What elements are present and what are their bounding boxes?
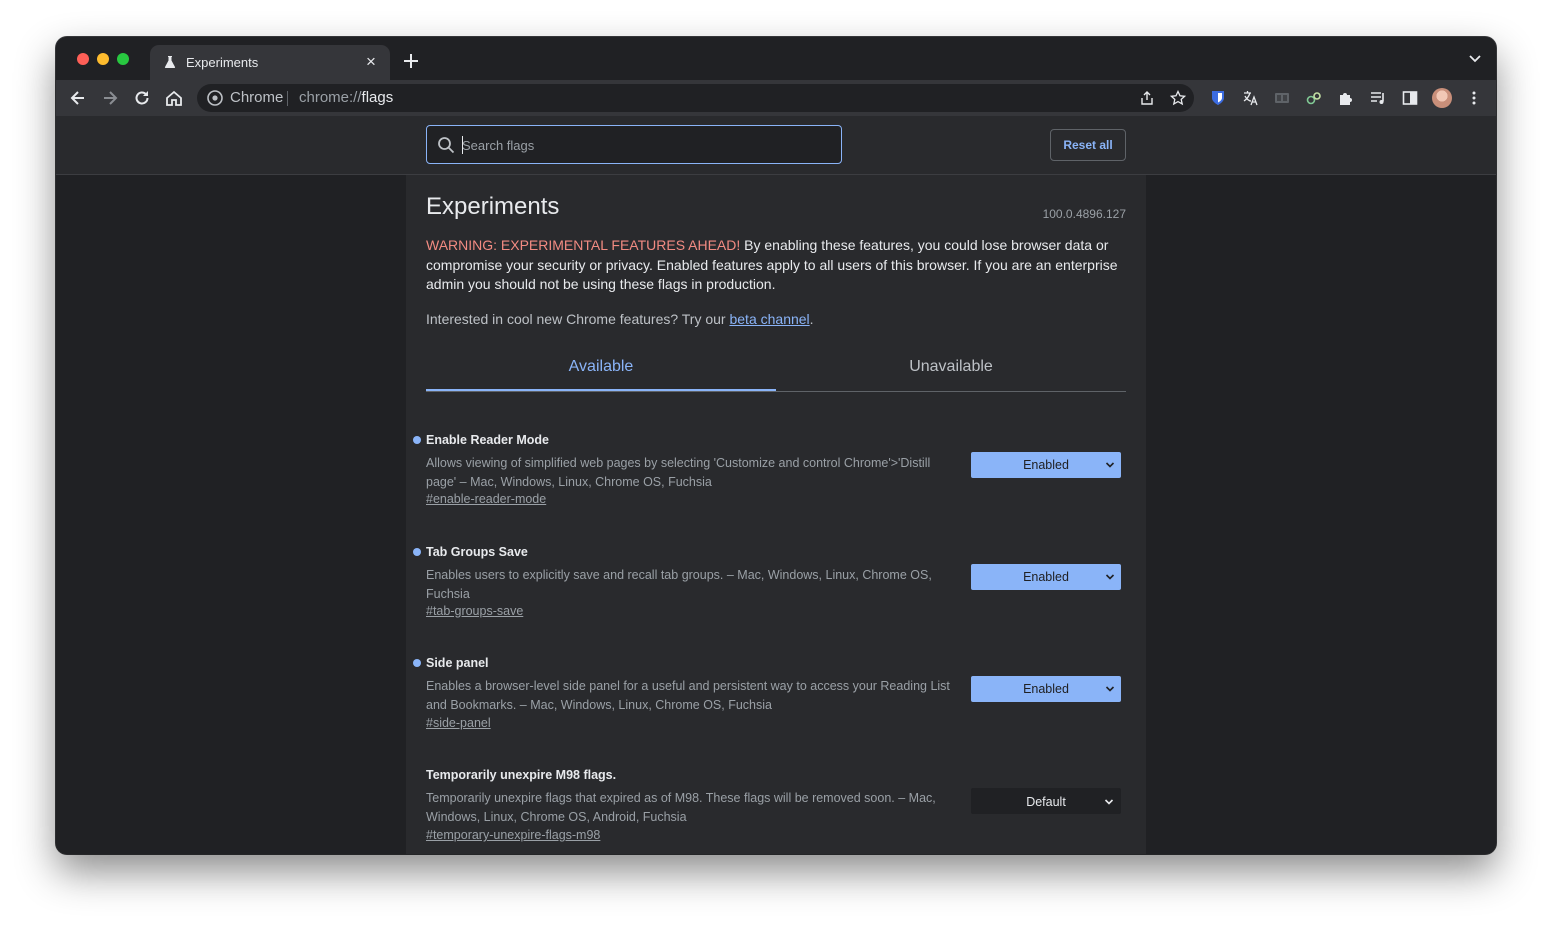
flag-item: Enable Reader Mode Allows viewing of sim… xyxy=(406,431,1146,531)
flag-link[interactable]: #temporary-unexpire-flags-m98 xyxy=(426,828,600,842)
flag-select-value: Enabled xyxy=(1023,458,1069,472)
flag-name: Temporarily unexpire M98 flags. xyxy=(426,768,617,782)
minimize-window-button[interactable] xyxy=(97,53,109,65)
home-icon[interactable] xyxy=(164,88,184,108)
back-arrow-icon[interactable] xyxy=(68,88,88,108)
tab-strip: Experiments × xyxy=(56,37,1496,80)
reload-icon[interactable] xyxy=(132,88,152,108)
translate-extension-icon[interactable] xyxy=(1241,89,1259,107)
flag-item: Side panel Enables a browser-level side … xyxy=(406,654,1146,754)
side-panel-icon[interactable] xyxy=(1401,89,1419,107)
omnibox-separator xyxy=(287,91,288,106)
tab-unavailable[interactable]: Unavailable xyxy=(776,345,1126,391)
flag-link[interactable]: #tab-groups-save xyxy=(426,604,523,618)
forward-arrow-icon[interactable] xyxy=(100,88,120,108)
interested-text: Interested in cool new Chrome features? … xyxy=(426,311,730,327)
chevron-down-icon xyxy=(1105,462,1115,468)
tab-search-chevron-icon[interactable] xyxy=(1468,53,1482,65)
modified-indicator xyxy=(413,436,421,444)
flag-select[interactable]: Enabled xyxy=(971,452,1121,478)
flag-name: Enable Reader Mode xyxy=(426,433,549,447)
chevron-down-icon xyxy=(1104,799,1114,805)
beta-channel-text: Interested in cool new Chrome features? … xyxy=(426,311,814,327)
url-path: flags xyxy=(361,89,394,106)
flag-select-value: Enabled xyxy=(1023,570,1069,584)
profile-avatar[interactable] xyxy=(1432,88,1452,108)
chevron-down-icon xyxy=(1105,574,1115,580)
flag-select[interactable]: Enabled xyxy=(971,564,1121,590)
extension-puzzle-green-icon[interactable] xyxy=(1305,89,1323,107)
flag-link[interactable]: #enable-reader-mode xyxy=(426,492,546,506)
toolbar: Chrome chrome://flags xyxy=(56,80,1496,116)
more-menu-icon[interactable] xyxy=(1465,89,1483,107)
browser-window: Experiments × Chrome chrome://flags Sear… xyxy=(56,37,1496,854)
omnibox-url[interactable]: chrome://flags xyxy=(299,89,393,106)
flag-item: Temporarily unexpire M98 flags. Temporar… xyxy=(406,766,1146,854)
reset-all-button[interactable]: Reset all xyxy=(1050,129,1126,161)
address-bar[interactable]: Chrome chrome://flags xyxy=(197,84,1194,112)
flag-name: Tab Groups Save xyxy=(426,545,528,559)
flag-name: Side panel xyxy=(426,656,489,670)
extensions-puzzle-icon[interactable] xyxy=(1337,89,1355,107)
flag-item: Tab Groups Save Enables users to explici… xyxy=(406,543,1146,643)
flags-header: Reset all xyxy=(56,116,1496,175)
flag-select[interactable]: Default xyxy=(971,788,1121,814)
url-scheme: chrome:// xyxy=(299,89,362,106)
modified-indicator xyxy=(413,548,421,556)
close-icon[interactable]: × xyxy=(362,53,380,71)
new-tab-icon[interactable] xyxy=(401,51,421,71)
reader-extension-icon[interactable] xyxy=(1273,89,1291,107)
close-window-button[interactable] xyxy=(77,53,89,65)
flags-panel: Experiments 100.0.4896.127 WARNING: EXPE… xyxy=(406,175,1146,854)
search-box[interactable] xyxy=(426,125,842,164)
share-icon[interactable] xyxy=(1139,90,1155,106)
flag-description: Enables a browser-level side panel for a… xyxy=(426,679,950,712)
omnibox-chip: Chrome xyxy=(230,89,284,106)
tab-title: Experiments xyxy=(186,55,259,70)
flag-select[interactable]: Enabled xyxy=(971,676,1121,702)
chevron-down-icon xyxy=(1105,686,1115,692)
flag-description: Temporarily unexpire flags that expired … xyxy=(426,791,936,824)
zoom-window-button[interactable] xyxy=(117,53,129,65)
bookmark-star-icon[interactable] xyxy=(1170,90,1186,106)
search-input[interactable] xyxy=(462,134,822,156)
text-caret xyxy=(462,136,463,154)
flask-icon xyxy=(164,56,176,68)
chrome-logo-icon xyxy=(207,90,223,106)
flag-link[interactable]: #side-panel xyxy=(426,716,491,730)
page-title: Experiments xyxy=(426,193,560,220)
bitwarden-extension-icon[interactable] xyxy=(1209,89,1227,107)
modified-indicator xyxy=(413,659,421,667)
search-icon xyxy=(438,137,455,154)
flag-select-value: Default xyxy=(1026,795,1066,809)
tab-experiments[interactable]: Experiments × xyxy=(150,45,390,80)
tab-available[interactable]: Available xyxy=(426,345,776,391)
warning-prefix: WARNING: EXPERIMENTAL FEATURES AHEAD! xyxy=(426,237,741,253)
flags-tabs: Available Unavailable xyxy=(426,345,1126,392)
beta-channel-link[interactable]: beta channel xyxy=(729,311,809,327)
version-label: 100.0.4896.127 xyxy=(1042,207,1126,221)
reading-list-icon[interactable] xyxy=(1369,89,1387,107)
warning-message: WARNING: EXPERIMENTAL FEATURES AHEAD! By… xyxy=(426,236,1126,295)
flag-select-value: Enabled xyxy=(1023,682,1069,696)
flag-description: Enables users to explicitly save and rec… xyxy=(426,568,932,601)
interested-suffix: . xyxy=(809,311,814,327)
flag-description: Allows viewing of simplified web pages b… xyxy=(426,456,931,489)
